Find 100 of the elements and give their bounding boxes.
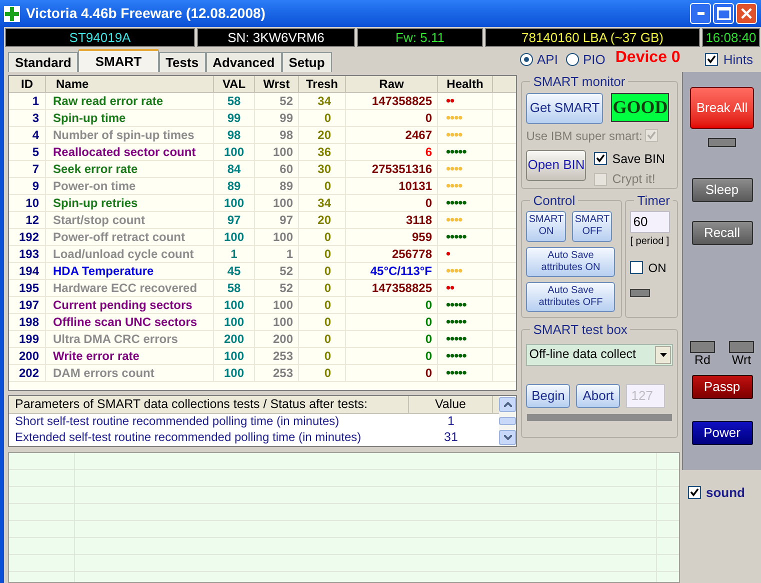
- scroll-thumb[interactable]: [499, 417, 516, 425]
- table-cell: Ultra DMA CRC errors: [46, 331, 214, 347]
- checkbox-label: Save BIN: [612, 150, 666, 168]
- table-cell: 0: [346, 110, 438, 126]
- table-cell: 0: [299, 246, 346, 262]
- table-cell: 45°C/113°F: [346, 263, 438, 279]
- table-cell: 100: [255, 229, 299, 245]
- scroll-down-button[interactable]: [499, 430, 516, 445]
- smart-toggle-button[interactable]: SMART ON: [526, 210, 566, 242]
- table-cell: Start/stop count: [46, 212, 214, 228]
- table-cell: 0: [299, 280, 346, 296]
- table-cell: 100: [255, 144, 299, 160]
- field-caption: [ period ]: [630, 234, 670, 248]
- health-dots: ••••: [438, 161, 493, 177]
- timer-field[interactable]: 60: [630, 210, 670, 232]
- table-cell: 253: [255, 365, 299, 381]
- table-cell: Spin-up retries: [46, 195, 214, 211]
- table-cell: 200: [214, 331, 255, 347]
- column-header[interactable]: Value: [409, 396, 493, 413]
- table-cell: 34: [299, 93, 346, 109]
- table-cell: 4: [9, 127, 46, 143]
- table-cell: 197: [9, 297, 46, 313]
- table-cell: 200: [255, 331, 299, 347]
- table-cell: 100: [255, 314, 299, 330]
- power-button[interactable]: Power: [692, 421, 752, 445]
- radio-button[interactable]: [520, 52, 533, 66]
- table-cell: 0: [299, 297, 346, 313]
- column-header[interactable]: Tresh: [299, 76, 346, 92]
- table-cell: Reallocated sector count: [46, 144, 214, 160]
- sleep-button[interactable]: Sleep: [692, 178, 752, 202]
- maximize-icon: [716, 7, 730, 20]
- table-cell: 3: [9, 110, 46, 126]
- tab[interactable]: Standard: [8, 52, 78, 72]
- table-cell: 20: [299, 127, 346, 143]
- table-cell: 194: [9, 263, 46, 279]
- table-cell: 100: [214, 314, 255, 330]
- column-header[interactable]: Health: [438, 76, 493, 92]
- close-button[interactable]: [736, 3, 757, 24]
- drive-model: ST94019A: [5, 28, 195, 47]
- column-header[interactable]: VAL: [214, 76, 255, 92]
- checkbox-label: ON: [648, 260, 666, 276]
- column-header[interactable]: ID: [9, 76, 46, 92]
- tab[interactable]: Advanced: [206, 52, 282, 72]
- abort-button[interactable]: Abort: [576, 384, 620, 408]
- column-header[interactable]: Name: [46, 76, 214, 92]
- scrollbar[interactable]: [499, 396, 516, 446]
- tab[interactable]: Setup: [282, 52, 332, 72]
- begin-button[interactable]: Begin: [526, 384, 570, 408]
- table-cell: 98: [255, 127, 299, 143]
- radio-button[interactable]: [566, 52, 579, 66]
- column-header[interactable]: Raw: [346, 76, 438, 92]
- minimize-icon: [696, 12, 704, 15]
- recall-button[interactable]: Recall: [692, 221, 752, 245]
- smart-toggle-button[interactable]: SMART OFF: [572, 210, 612, 242]
- break-all-button[interactable]: Break All: [690, 87, 754, 129]
- maximize-button[interactable]: [713, 3, 734, 24]
- group-title: SMART test box: [532, 321, 628, 339]
- table-cell: 36: [299, 144, 346, 160]
- table-cell: 9: [9, 178, 46, 194]
- table-cell: 0: [299, 365, 346, 381]
- scroll-up-button[interactable]: [499, 397, 516, 412]
- open-bin-button[interactable]: Open BIN: [526, 150, 586, 180]
- minimize-button[interactable]: [690, 3, 711, 24]
- health-dots: ••••: [438, 212, 493, 228]
- table-cell: Load/unload cycle count: [46, 246, 214, 262]
- get-smart-button[interactable]: Get SMART: [526, 92, 604, 124]
- checkbox[interactable]: [630, 261, 644, 274]
- table-cell-text: 31: [443, 430, 459, 446]
- health-dots: ••: [438, 280, 493, 296]
- tab[interactable]: Tests: [158, 52, 206, 72]
- health-dots: ••••: [438, 263, 493, 279]
- column-header[interactable]: Wrst: [255, 76, 299, 92]
- table-cell: 10: [9, 195, 46, 211]
- table-cell: 199: [9, 331, 46, 347]
- table-cell: Seek error rate: [46, 161, 214, 177]
- table-cell: 58: [214, 93, 255, 109]
- table-cell: 193: [9, 246, 46, 262]
- checkbox-label: Use IBM super smart:: [526, 128, 642, 144]
- checkbox[interactable]: [688, 486, 701, 500]
- auto-save-button[interactable]: Auto Save attributes ON: [526, 246, 616, 276]
- table-cell: 0: [346, 314, 438, 330]
- table-cell: 202: [9, 365, 46, 381]
- checkbox[interactable]: [594, 152, 608, 166]
- health-dots: •••••: [438, 297, 493, 313]
- table-cell: 58: [214, 280, 255, 296]
- group-title: Control: [532, 192, 576, 210]
- table-cell: 0: [346, 365, 438, 381]
- checkbox[interactable]: [705, 52, 718, 66]
- column-header[interactable]: Parameters of SMART data collections tests / Status after tests:: [9, 396, 409, 413]
- table-cell: 256778: [346, 246, 438, 262]
- auto-save-button[interactable]: Auto Save attributes OFF: [526, 282, 616, 312]
- table-cell: 0: [346, 195, 438, 211]
- status-indicator: GOOD: [611, 92, 670, 122]
- indicator-light: [630, 288, 650, 296]
- passp-button[interactable]: Passp: [692, 375, 752, 399]
- tab[interactable]: SMART: [78, 49, 159, 72]
- health-dots: ••: [438, 93, 493, 109]
- table-cell: 0: [346, 348, 438, 364]
- test-type-dropdown[interactable]: Off-line data collect: [526, 344, 673, 366]
- table-cell: 3118: [346, 212, 438, 228]
